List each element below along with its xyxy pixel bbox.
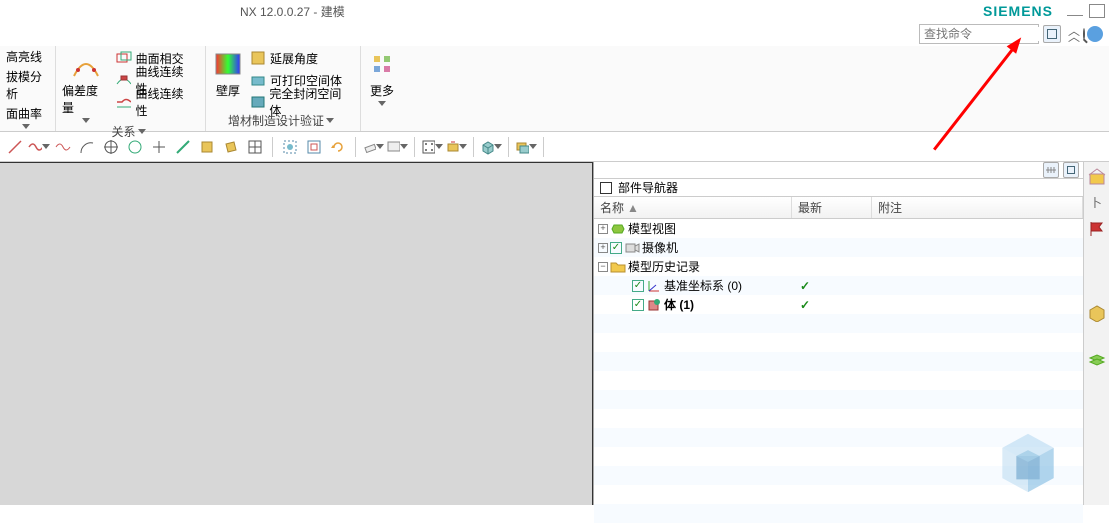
more-icon [366, 48, 398, 80]
part-navigator-panel: 部件导航器 名称 ▲ 最新 附注 + 模型视图 +✓ 摄像机 − 模型历史记录 … [593, 162, 1083, 505]
side-text-icon[interactable]: 卜 [1088, 194, 1106, 212]
wall-thickness-icon [212, 48, 244, 80]
tree-row-camera[interactable]: +✓ 摄像机 [594, 238, 1083, 257]
watermark-logo [993, 428, 1063, 498]
deviation-icon [70, 48, 102, 80]
tool-line[interactable] [4, 136, 26, 158]
titlebar: NX 12.0.0.27 - 建模 SIEMENS [0, 0, 1109, 22]
fully-closed-cmd[interactable]: 完全封闭空间体 [250, 92, 350, 112]
face-curvature-cmd[interactable]: 面曲率 [6, 105, 42, 122]
tool-edge[interactable] [172, 136, 194, 158]
curve-continuity-icon [116, 72, 132, 88]
nav-tree[interactable]: + 模型视图 +✓ 摄像机 − 模型历史记录 ✓ 基准坐标系 (0) ✓ ✓ 体… [594, 219, 1083, 523]
tree-row-datum[interactable]: ✓ 基准坐标系 (0) ✓ [594, 276, 1083, 295]
printable-icon [250, 72, 266, 88]
dropdown-icon [22, 124, 30, 129]
wall-thickness-cmd[interactable]: 壁厚 [212, 48, 244, 99]
tool-plus[interactable] [148, 136, 170, 158]
ribbon-group-relations: 偏差度量 曲面相交 曲线连续性 曲线连续性 关系 [56, 46, 206, 131]
side-box-icon[interactable] [1088, 304, 1106, 322]
modelview-icon [610, 221, 626, 237]
col-name[interactable]: 名称 ▲ [594, 197, 792, 218]
nav-opt2-button[interactable] [1063, 162, 1079, 178]
help-icon[interactable] [1087, 26, 1103, 42]
side-flag-icon[interactable] [1088, 220, 1106, 238]
deviation-cmd[interactable]: 偏差度量 [62, 48, 110, 123]
tool-display[interactable] [386, 136, 408, 158]
check-icon: ✓ [800, 298, 810, 312]
tool-surfaceop[interactable] [445, 136, 467, 158]
draft-analysis-cmd[interactable]: 拔模分析 [6, 68, 45, 102]
fullscreen-button[interactable] [1043, 25, 1061, 43]
surface-intersect-icon [116, 50, 132, 66]
tool-pattern[interactable] [421, 136, 443, 158]
check-icon: ✓ [800, 279, 810, 293]
collapse-ribbon-button[interactable]: ︿︿ [1065, 25, 1083, 43]
maximize-button[interactable] [1089, 4, 1105, 18]
ribbon-group-additive: 壁厚 延展角度 可打印空间体 完全封闭空间体 增材制造设计验证 [206, 46, 361, 131]
col-note[interactable]: 附注 [872, 197, 1083, 218]
app-title: NX 12.0.0.27 - 建模 [240, 3, 345, 20]
tool-sine[interactable] [52, 136, 74, 158]
camera-icon [624, 240, 640, 256]
body-icon [646, 297, 662, 313]
tool-circle[interactable] [124, 136, 146, 158]
tool-box[interactable] [480, 136, 502, 158]
brand-logo: SIEMENS [983, 3, 1053, 19]
side-layers-icon[interactable] [1088, 352, 1106, 370]
highlight-line-cmd[interactable]: 高亮线 [6, 48, 42, 65]
extend-angle-cmd[interactable]: 延展角度 [250, 48, 350, 68]
curve-continuity2-icon [116, 94, 132, 110]
nav-toggle-icon[interactable] [600, 182, 612, 194]
more-cmd[interactable]: 更多 [366, 48, 398, 106]
tool-crosshair[interactable] [100, 136, 122, 158]
nav-columns: 名称 ▲ 最新 附注 [594, 197, 1083, 219]
navigator-title: 部件导航器 [618, 179, 678, 196]
search-icon [1083, 28, 1085, 40]
right-sidebar: 卜 [1083, 162, 1109, 505]
tool-layer[interactable] [515, 136, 537, 158]
tool-eraser[interactable] [362, 136, 384, 158]
datum-icon [646, 278, 662, 294]
tool-grid[interactable] [244, 136, 266, 158]
tree-row-history[interactable]: − 模型历史记录 [594, 257, 1083, 276]
tool-rotate[interactable] [327, 136, 349, 158]
viewport[interactable] [0, 162, 593, 505]
minimize-button[interactable] [1067, 14, 1083, 16]
tool-face1[interactable] [196, 136, 218, 158]
ribbon-group-highlight: 高亮线 拔模分析 面曲率 [0, 46, 56, 131]
tool-fit[interactable] [279, 136, 301, 158]
tool-face2[interactable] [220, 136, 242, 158]
tool-wave[interactable] [28, 136, 50, 158]
folder-icon [610, 259, 626, 275]
fully-closed-icon [250, 94, 265, 110]
extend-angle-icon [250, 50, 266, 66]
ribbon-group-more: 更多 [361, 46, 407, 131]
svg-text:卜: 卜 [1090, 196, 1102, 210]
tool-arc[interactable] [76, 136, 98, 158]
col-latest[interactable]: 最新 [792, 197, 872, 218]
nav-opt1-button[interactable] [1043, 162, 1059, 178]
quick-access-bar: ︿︿ [0, 22, 1109, 46]
tool-zoom[interactable] [303, 136, 325, 158]
curve-continuity2-cmd[interactable]: 曲线连续性 [116, 92, 195, 112]
side-home-icon[interactable] [1088, 168, 1106, 186]
ribbon: 高亮线 拔模分析 面曲率 偏差度量 曲面相交 曲线连续性 曲线连续性 关系 壁厚 [0, 46, 1109, 132]
tree-row-modelview[interactable]: + 模型视图 [594, 219, 1083, 238]
tree-row-body[interactable]: ✓ 体 (1) ✓ [594, 295, 1083, 314]
model-body [0, 163, 592, 505]
